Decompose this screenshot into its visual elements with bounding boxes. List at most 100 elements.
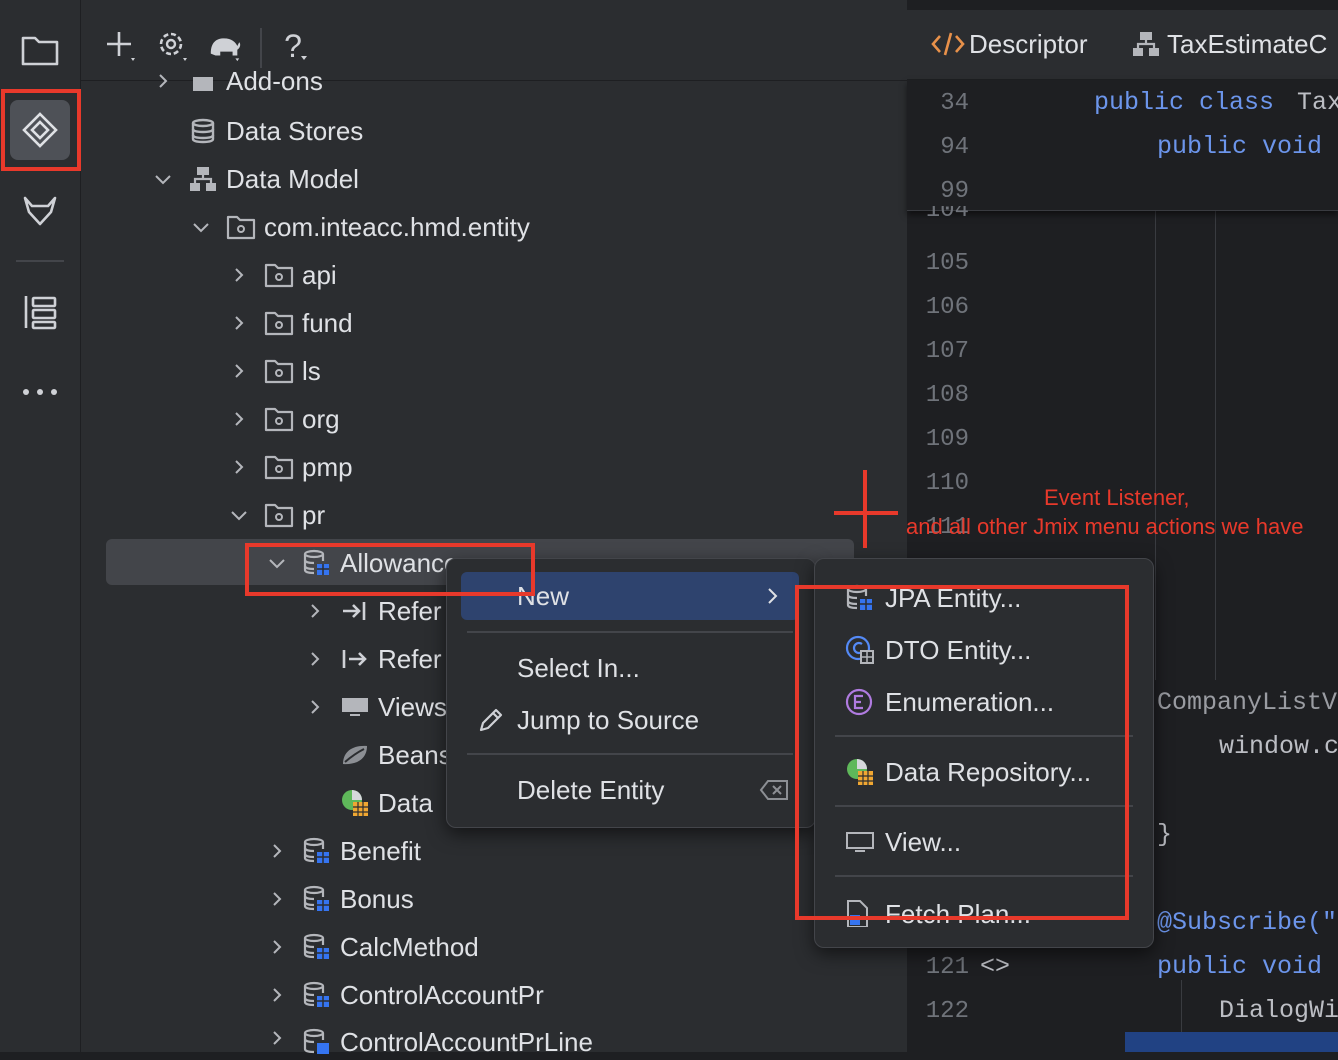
- tree-label: Benefit: [340, 835, 421, 866]
- tab-descriptor[interactable]: Descriptor: [931, 24, 1087, 64]
- help-icon[interactable]: ?: [275, 28, 311, 64]
- tree-row-data[interactable]: Data: [340, 779, 433, 827]
- chevron-right-icon[interactable]: [228, 312, 250, 334]
- tab-taxestimate[interactable]: TaxEstimateC: [1131, 24, 1327, 64]
- line-number: 122: [925, 998, 969, 1025]
- annotation-text-line1: Event Listener,: [1044, 485, 1190, 510]
- tree-row-bonus[interactable]: Bonus: [266, 875, 414, 923]
- line-number: 104: [925, 206, 969, 224]
- tree-row-package-entity[interactable]: com.inteacc.hmd.entity: [190, 203, 530, 251]
- project-folder-icon[interactable]: [10, 20, 70, 80]
- code-company: CompanyListV: [1157, 688, 1338, 717]
- tree-label: org: [302, 403, 340, 434]
- package-folder-icon: [264, 452, 294, 482]
- package-folder-icon: [264, 356, 294, 386]
- tree-label: api: [302, 259, 337, 290]
- tree-label: CalcMethod: [340, 931, 479, 962]
- help-label: ?: [284, 27, 302, 64]
- addons-icon: [188, 66, 218, 96]
- menu-item-jump-to-source[interactable]: Jump to Source: [477, 697, 699, 743]
- chevron-right-icon[interactable]: [266, 1027, 288, 1049]
- chevron-right-icon[interactable]: [228, 456, 250, 478]
- tree-row-calcmethod[interactable]: CalcMethod: [266, 923, 479, 971]
- pencil-icon: [477, 706, 517, 734]
- tree-row-add-ons[interactable]: Add-ons: [152, 60, 323, 102]
- chevron-down-icon[interactable]: [190, 216, 212, 238]
- tree-row-refer-out[interactable]: Refer: [304, 635, 442, 683]
- tree-label: ls: [302, 355, 321, 386]
- gradle-elephant-icon[interactable]: [207, 28, 243, 64]
- highlight-box-jmix: [1, 89, 81, 171]
- line-number: 106: [925, 294, 969, 321]
- tree-row-fund[interactable]: fund: [228, 299, 353, 347]
- monitor-icon: [340, 692, 370, 722]
- tree-row-data-stores[interactable]: Data Stores: [188, 107, 363, 155]
- tree-row-org[interactable]: org: [228, 395, 340, 443]
- context-menu: New Select In... Jump to Source Delete E…: [446, 558, 816, 828]
- gutter-implements-icon[interactable]: <>: [980, 952, 1010, 981]
- chevron-right-icon[interactable]: [228, 360, 250, 382]
- data-model-icon: [1131, 30, 1161, 58]
- gitlab-icon[interactable]: [10, 180, 70, 240]
- tree-row-data-model[interactable]: Data Model: [152, 155, 359, 203]
- chevron-right-icon[interactable]: [304, 696, 326, 718]
- settings-gear-icon[interactable]: [155, 28, 191, 64]
- annotation-crosshair-h: [834, 511, 898, 515]
- menu-item-delete-entity[interactable]: Delete Entity: [517, 767, 788, 813]
- chevron-right-icon[interactable]: [266, 888, 288, 910]
- annotation-crosshair-v: [863, 470, 867, 548]
- data-repository-icon: [340, 788, 370, 818]
- package-folder-icon: [264, 308, 294, 338]
- line-number: 107: [925, 338, 969, 365]
- indent-guide: [1155, 210, 1156, 680]
- strip-divider: [16, 260, 64, 262]
- chevron-down-icon[interactable]: [228, 504, 250, 526]
- structure-icon[interactable]: [10, 282, 70, 342]
- tree-row-controlaccountpr[interactable]: ControlAccountPr: [266, 971, 544, 1019]
- tree-row-ls[interactable]: ls: [228, 347, 321, 395]
- database-icon: [188, 116, 218, 146]
- code-tax: Tax: [1297, 88, 1338, 117]
- highlight-box-submenu: [795, 585, 1129, 920]
- tree-row-benefit[interactable]: Benefit: [266, 827, 421, 875]
- tree-label: Refer: [378, 643, 442, 674]
- add-icon[interactable]: [103, 28, 139, 64]
- menu-item-select-in[interactable]: Select In...: [517, 645, 640, 691]
- chevron-down-icon[interactable]: [152, 168, 174, 190]
- tree-label: Data: [378, 787, 433, 818]
- tree-label: pr: [302, 499, 326, 530]
- menu-item-new[interactable]: New: [517, 573, 799, 619]
- tree-label: Bonus: [340, 883, 414, 914]
- line-number: 105: [925, 250, 969, 277]
- tree-label: Beans: [378, 739, 452, 770]
- tree-row-pr[interactable]: pr: [228, 491, 325, 539]
- line-number: 121: [925, 954, 969, 981]
- code-public-void: public void: [1157, 952, 1323, 981]
- tree-row-pmp[interactable]: pmp: [228, 443, 353, 491]
- chevron-right-icon[interactable]: [266, 984, 288, 1006]
- chevron-right-icon[interactable]: [228, 408, 250, 430]
- delete-key-icon: [759, 779, 789, 801]
- more-icon[interactable]: [10, 362, 70, 422]
- chevron-right-icon[interactable]: [304, 648, 326, 670]
- tree-row-controlaccountprline[interactable]: ControlAccountPrLine: [266, 1019, 593, 1060]
- chevron-right-icon[interactable]: [304, 600, 326, 622]
- editor-tabs: Descriptor TaxEstimateC: [907, 0, 1338, 80]
- tree-row-api[interactable]: api: [228, 251, 337, 299]
- code-public-class: public class: [1094, 88, 1275, 117]
- xml-tag-icon: [931, 30, 965, 58]
- tree-row-beans[interactable]: Beans: [340, 731, 452, 779]
- code-subscribe: @Subscribe(": [1157, 908, 1338, 937]
- bean-leaf-icon: [340, 740, 370, 770]
- chevron-right-icon: [767, 587, 779, 605]
- entity-icon: [302, 884, 332, 914]
- tree-row-views[interactable]: Views: [304, 683, 447, 731]
- menu-separator: [467, 631, 793, 633]
- package-folder-icon: [264, 404, 294, 434]
- chevron-right-icon[interactable]: [152, 70, 174, 92]
- chevron-right-icon[interactable]: [266, 840, 288, 862]
- chevron-right-icon[interactable]: [228, 264, 250, 286]
- chevron-right-icon[interactable]: [266, 936, 288, 958]
- line-number: 108: [925, 382, 969, 409]
- tree-label: Add-ons: [226, 65, 323, 96]
